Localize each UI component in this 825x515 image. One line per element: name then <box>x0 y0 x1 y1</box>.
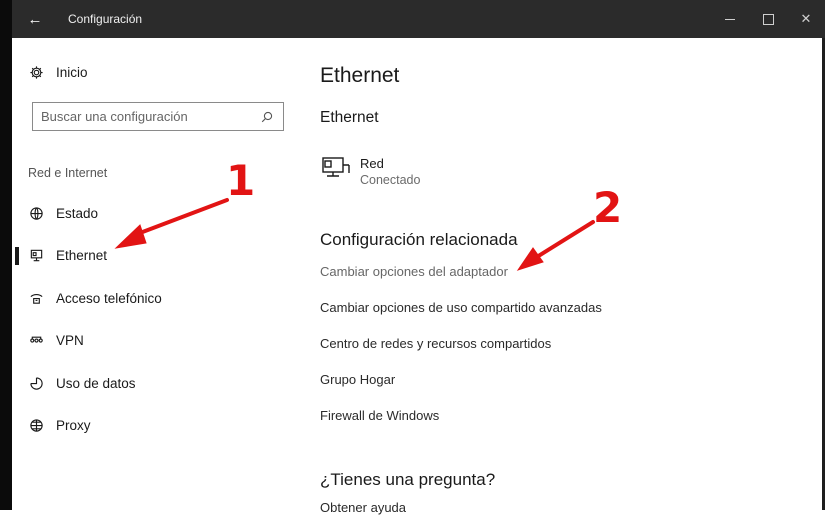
sidebar-item-estado[interactable]: Estado <box>12 192 298 235</box>
window-title: Configuración <box>68 12 143 26</box>
sidebar-item-label: Ethernet <box>56 248 108 264</box>
page-title: Ethernet <box>320 64 400 87</box>
selection-indicator <box>15 246 19 265</box>
home-nav-item[interactable]: Inicio <box>28 64 88 80</box>
window-controls: ✕ <box>711 0 825 38</box>
sidebar-item-label: Acceso telefónico <box>56 290 162 306</box>
status-globe-icon <box>28 205 44 221</box>
minimize-icon <box>725 18 735 20</box>
home-label: Inicio <box>56 64 88 80</box>
network-status: Conectado <box>360 173 421 187</box>
search-input[interactable] <box>41 109 259 124</box>
proxy-globe-icon <box>28 418 44 434</box>
network-monitor-icon <box>320 156 354 182</box>
sidebar-item-uso-de-datos[interactable]: Uso de datos <box>12 362 298 405</box>
back-button[interactable]: ← <box>12 0 58 38</box>
sidebar-item-vpn[interactable]: VPN <box>12 320 298 363</box>
sidebar-item-label: Uso de datos <box>56 375 136 391</box>
sidebar-item-ethernet[interactable]: Ethernet <box>12 235 298 278</box>
gear-icon <box>28 64 44 80</box>
related-links: Cambiar opciones del adaptador Cambiar o… <box>320 263 602 443</box>
settings-window: ← Configuración ✕ Inicio Buscar una conf… <box>0 0 825 515</box>
close-button[interactable]: ✕ <box>787 0 825 38</box>
section-label: Red e Internet <box>28 166 108 180</box>
network-sharing-center-link[interactable]: Centro de redes y recursos compartidos <box>320 335 602 371</box>
search-icon[interactable] <box>259 109 275 125</box>
sidebar: Inicio Red e Internet Estado <box>12 38 298 510</box>
vpn-icon <box>28 333 44 349</box>
windows-firewall-link[interactable]: Firewall de Windows <box>320 407 602 443</box>
search-box <box>32 102 284 131</box>
sidebar-item-label: VPN <box>56 333 84 349</box>
window-left-edge <box>0 0 12 510</box>
section-title: Ethernet <box>320 109 379 126</box>
ethernet-monitor-icon <box>28 248 44 264</box>
get-help-link[interactable]: Obtener ayuda <box>320 500 406 515</box>
maximize-icon <box>762 13 774 25</box>
sidebar-nav: Estado Ethernet Acceso telefónico VPN Us… <box>12 192 298 447</box>
sidebar-item-label: Proxy <box>56 418 91 434</box>
homegroup-link[interactable]: Grupo Hogar <box>320 371 602 407</box>
back-arrow-icon: ← <box>27 10 43 28</box>
main-content: Ethernet Ethernet Red Conectado Configur… <box>320 38 800 515</box>
minimize-button[interactable] <box>711 0 749 38</box>
sidebar-item-label: Estado <box>56 205 99 221</box>
change-adapter-options-link[interactable]: Cambiar opciones del adaptador <box>320 263 602 299</box>
dial-up-phone-icon <box>28 290 44 306</box>
sidebar-item-acceso-telefonico[interactable]: Acceso telefónico <box>12 277 298 320</box>
network-connection[interactable]: Red Conectado <box>320 156 420 188</box>
close-icon: ✕ <box>800 11 812 26</box>
sidebar-item-proxy[interactable]: Proxy <box>12 405 298 448</box>
network-name: Red <box>360 156 384 171</box>
advanced-sharing-link[interactable]: Cambiar opciones de uso compartido avanz… <box>320 299 602 335</box>
question-title: ¿Tienes una pregunta? <box>320 470 496 489</box>
title-bar: ← Configuración ✕ <box>12 0 825 38</box>
data-usage-icon <box>28 375 44 391</box>
maximize-button[interactable] <box>749 0 787 38</box>
related-settings-title: Configuración relacionada <box>320 230 518 249</box>
